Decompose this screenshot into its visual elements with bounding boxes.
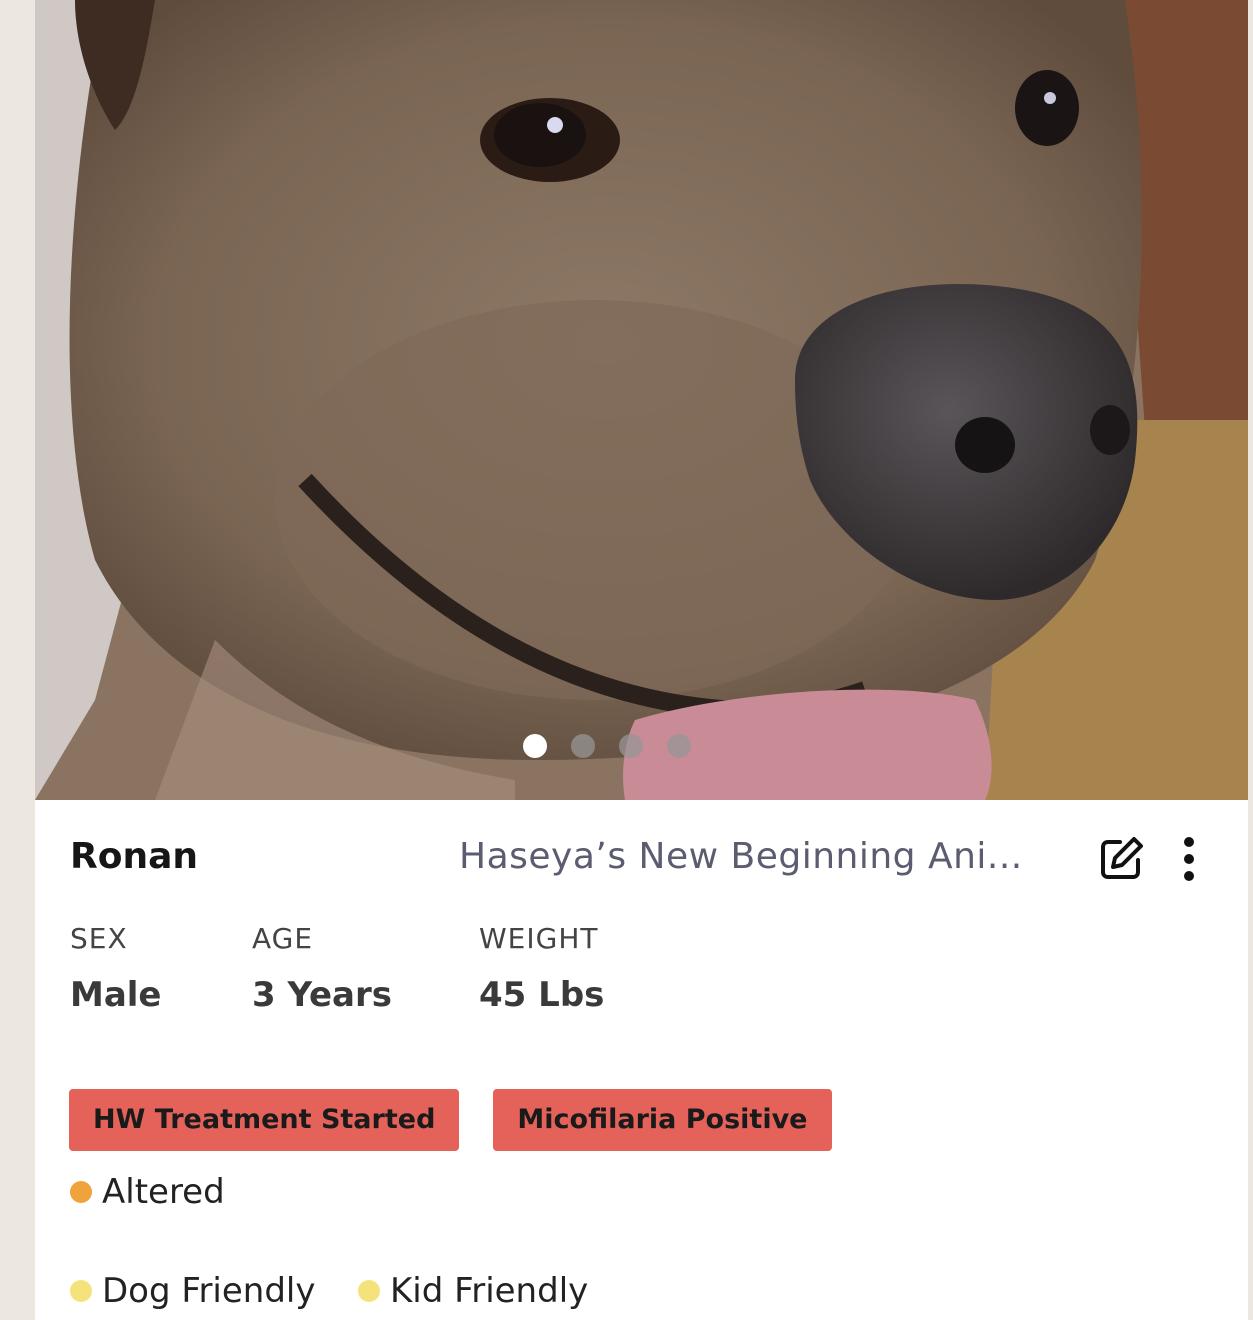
pet-card: Ronan Haseya’s New Beginning Ani... SEX …: [35, 0, 1248, 1320]
carousel-dot-2[interactable]: [570, 734, 595, 758]
stat-weight-label: WEIGHT: [479, 922, 599, 955]
organization-link[interactable]: Haseya’s New Beginning Ani...: [459, 836, 1039, 877]
dog-photo-illustration: [35, 0, 1248, 800]
trait-kid-friendly: Kid Friendly: [358, 1271, 588, 1311]
trait-kid-friendly-label: Kid Friendly: [390, 1271, 589, 1311]
medical-tags: HW Treatment Started Micofilaria Positiv…: [69, 1089, 832, 1151]
carousel-indicators: [35, 734, 1213, 758]
trait-altered-label: Altered: [102, 1172, 225, 1212]
trait-dog-friendly: Dog Friendly: [70, 1271, 316, 1311]
more-options-button[interactable]: [1171, 834, 1207, 882]
tag-hw-treatment[interactable]: HW Treatment Started: [69, 1089, 460, 1151]
pet-name: Ronan: [70, 836, 199, 877]
stat-age: AGE 3 Years: [252, 922, 392, 1015]
status-dot-icon: [70, 1181, 92, 1203]
tag-micofilaria[interactable]: Micofilaria Positive: [493, 1089, 832, 1151]
stat-weight-value: 45 Lbs: [479, 975, 605, 1015]
stat-age-label: AGE: [252, 922, 314, 955]
stat-sex-value: Male: [70, 975, 162, 1015]
stat-sex: SEX Male: [70, 922, 162, 1015]
trait-dog-friendly-label: Dog Friendly: [102, 1271, 316, 1311]
stat-weight: WEIGHT 45 Lbs: [479, 922, 604, 1015]
status-dot-icon: [70, 1280, 92, 1302]
edit-icon: [1101, 837, 1143, 879]
more-vertical-icon: [1184, 837, 1194, 881]
pet-photo[interactable]: [35, 0, 1248, 800]
carousel-dot-3[interactable]: [618, 734, 643, 758]
carousel-dot-1[interactable]: [522, 734, 547, 758]
trait-altered: Altered: [70, 1172, 225, 1212]
status-dot-icon: [358, 1280, 380, 1302]
stat-age-value: 3 Years: [252, 975, 393, 1015]
carousel-dot-4[interactable]: [666, 734, 691, 758]
stat-sex-label: SEX: [70, 922, 128, 955]
edit-button[interactable]: [1098, 834, 1146, 882]
